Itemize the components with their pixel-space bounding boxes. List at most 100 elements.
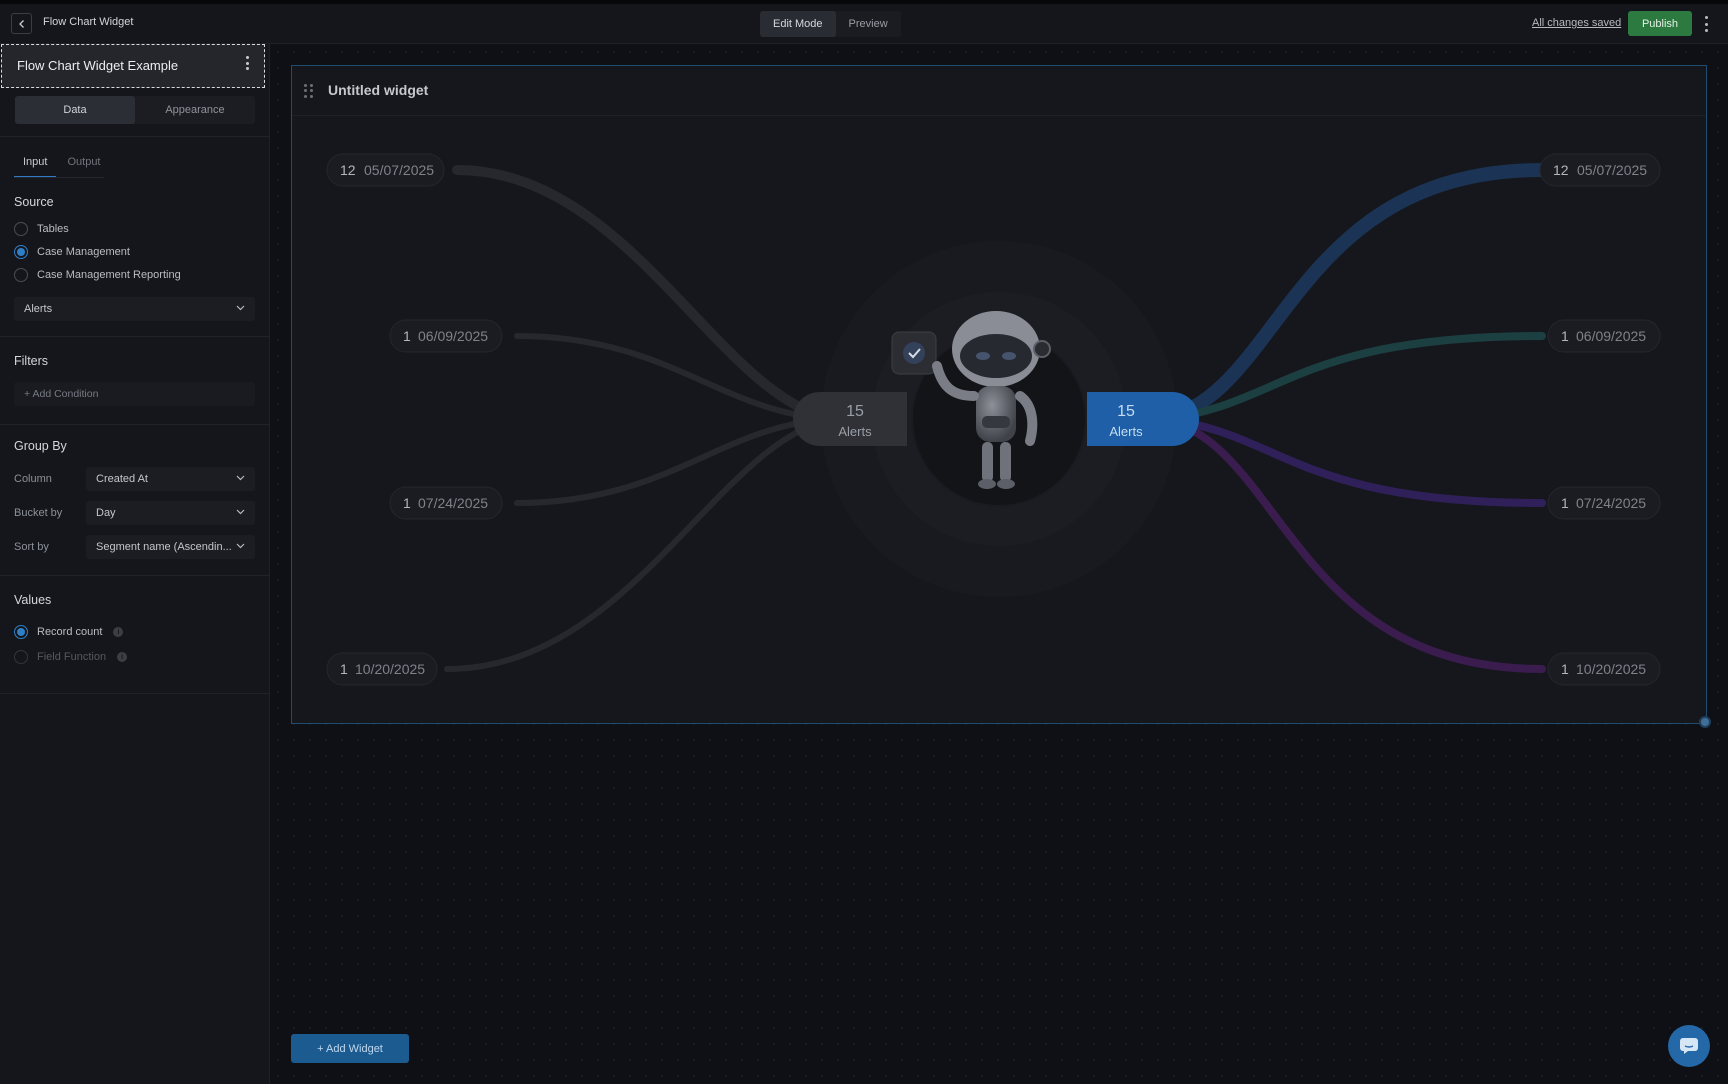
left-node-count: 12: [340, 162, 356, 178]
left-node[interactable]: 1 10/20/2025: [326, 652, 438, 686]
group-by-title: Group By: [14, 439, 67, 453]
divider: [0, 575, 270, 576]
dataset-value: Alerts: [24, 303, 53, 315]
tab-data[interactable]: Data: [15, 96, 135, 124]
chat-icon: [1680, 1038, 1698, 1054]
resize-handle[interactable]: [1699, 716, 1711, 728]
bucket-value: Day: [96, 507, 116, 519]
sidebar-tabs: Data Appearance: [15, 96, 255, 124]
left-node-count: 1: [340, 661, 348, 677]
left-node[interactable]: 1 06/09/2025: [389, 319, 503, 353]
more-options-icon[interactable]: [1702, 14, 1710, 34]
radio-button[interactable]: [14, 650, 28, 664]
radio-button[interactable]: [14, 268, 28, 282]
add-condition-button[interactable]: + Add Condition: [14, 382, 255, 406]
right-node[interactable]: 1 07/24/2025: [1547, 486, 1661, 520]
right-node-count: 12: [1553, 162, 1569, 178]
sort-value: Segment name (Ascendin...: [96, 541, 232, 553]
add-widget-button[interactable]: + Add Widget: [291, 1034, 409, 1063]
column-label: Column: [14, 473, 52, 485]
divider: [0, 693, 270, 694]
left-node[interactable]: 12 05/07/2025: [326, 153, 445, 187]
back-button[interactable]: [11, 13, 32, 34]
left-node-date: 07/24/2025: [418, 495, 488, 511]
sort-label: Sort by: [14, 541, 49, 553]
top-bar: Flow Chart Widget Edit Mode Preview All …: [0, 0, 1728, 44]
info-icon: i: [113, 627, 124, 637]
right-node-count: 1: [1561, 661, 1569, 677]
publish-button[interactable]: Publish: [1628, 11, 1692, 36]
left-node-date: 05/07/2025: [364, 162, 434, 178]
divider: [0, 136, 270, 137]
io-tabs: Input Output: [14, 156, 110, 178]
radio-label: Case Management: [37, 246, 130, 258]
radio-case-management[interactable]: Case Management: [14, 245, 130, 259]
mode-switch: Edit Mode Preview: [760, 11, 901, 37]
widget-name-field[interactable]: Flow Chart Widget Example: [1, 44, 265, 88]
center-right-count: 15: [1117, 403, 1135, 420]
config-sidebar: Flow Chart Widget Example Data Appearanc…: [0, 44, 270, 1084]
tab-output[interactable]: Output: [58, 156, 109, 178]
left-node-count: 1: [403, 495, 411, 511]
radio-button[interactable]: [14, 245, 28, 259]
left-node-date: 10/20/2025: [355, 661, 425, 677]
column-select[interactable]: Created At: [86, 467, 255, 491]
left-node-date: 06/09/2025: [418, 328, 488, 344]
edit-mode-tab[interactable]: Edit Mode: [760, 11, 836, 37]
chevron-down-icon: [236, 475, 245, 481]
sort-select[interactable]: Segment name (Ascendin...: [86, 535, 255, 559]
right-flow-lines: [1155, 163, 1549, 673]
right-node-count: 1: [1561, 328, 1569, 344]
left-node[interactable]: 1 07/24/2025: [389, 486, 503, 520]
bucket-label: Bucket by: [14, 507, 63, 519]
center-left-label: Alerts: [838, 424, 872, 439]
center-left-node[interactable]: 15 Alerts: [793, 392, 907, 446]
radio-field-function[interactable]: Field Function i: [14, 650, 128, 664]
left-flow-lines: [332, 165, 842, 672]
chevron-down-icon: [236, 509, 245, 515]
widget-menu-icon[interactable]: [246, 56, 250, 70]
save-status-link[interactable]: All changes saved: [1532, 17, 1621, 29]
column-value: Created At: [96, 473, 148, 485]
left-node-count: 1: [403, 328, 411, 344]
radio-tables[interactable]: Tables: [14, 222, 69, 236]
radio-label: Field Function: [37, 651, 107, 663]
flow-chart: 15 Alerts 15 Alerts 12 05/07/2025 1 06/0…: [326, 153, 1661, 686]
source-title: Source: [14, 195, 54, 209]
right-node-date: 10/20/2025: [1576, 661, 1646, 677]
right-node-date: 07/24/2025: [1576, 495, 1646, 511]
right-node-date: 06/09/2025: [1576, 328, 1646, 344]
radio-button[interactable]: [14, 222, 28, 236]
center-right-node[interactable]: 15 Alerts: [1087, 392, 1199, 446]
center-right-label: Alerts: [1109, 424, 1143, 439]
chevron-left-icon: [18, 19, 24, 28]
divider: [0, 336, 270, 337]
right-node-count: 1: [1561, 495, 1569, 511]
divider: [14, 177, 104, 178]
bucket-select[interactable]: Day: [86, 501, 255, 525]
radio-record-count[interactable]: Record count i: [14, 625, 124, 639]
right-node[interactable]: 12 05/07/2025: [1539, 153, 1661, 187]
center-left-count: 15: [846, 403, 864, 420]
chat-support-button[interactable]: [1668, 1025, 1710, 1067]
dataset-select[interactable]: Alerts: [14, 297, 255, 321]
right-node[interactable]: 1 10/20/2025: [1547, 652, 1661, 686]
right-node[interactable]: 1 06/09/2025: [1547, 319, 1661, 353]
tab-appearance[interactable]: Appearance: [135, 96, 255, 124]
radio-label: Record count: [37, 626, 103, 638]
app-title: Flow Chart Widget: [43, 16, 134, 28]
radio-button[interactable]: [14, 625, 28, 639]
chevron-down-icon: [236, 305, 245, 311]
radio-label: Tables: [37, 223, 69, 235]
filters-title: Filters: [14, 354, 49, 368]
chevron-down-icon: [236, 543, 245, 549]
tab-input[interactable]: Input: [14, 156, 57, 178]
right-node-date: 05/07/2025: [1577, 162, 1647, 178]
info-icon: i: [117, 652, 128, 662]
radio-case-management-reporting[interactable]: Case Management Reporting: [14, 268, 181, 282]
flow-chart-widget[interactable]: Untitled widget 15 Alerts 15 Alerts 12 0…: [291, 65, 1707, 724]
values-title: Values: [14, 593, 52, 607]
divider: [0, 424, 270, 425]
preview-tab[interactable]: Preview: [836, 11, 901, 37]
radio-label: Case Management Reporting: [37, 269, 181, 281]
